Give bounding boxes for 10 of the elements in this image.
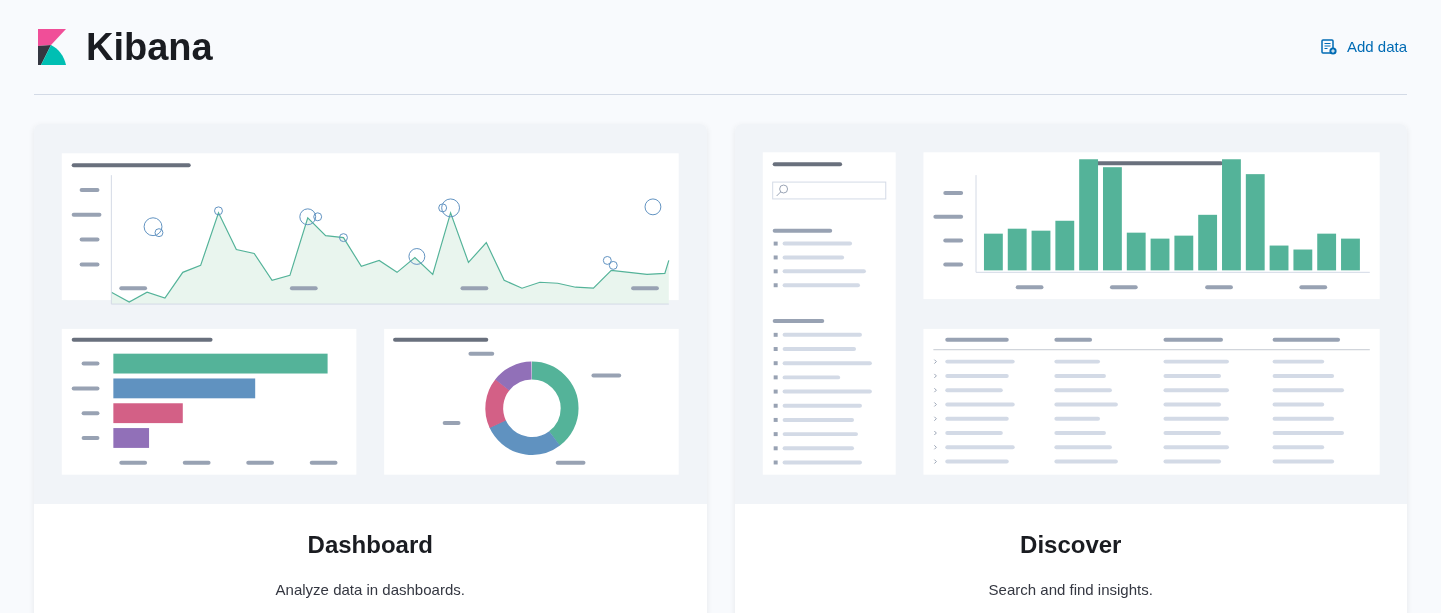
add-document-icon — [1320, 39, 1337, 55]
card-description: Analyze data in dashboards. — [275, 580, 465, 600]
app-title: Kibana — [86, 28, 213, 66]
card-description: Search and find insights. — [988, 580, 1153, 600]
card-title: Dashboard — [307, 530, 433, 560]
add-data-link[interactable]: Add data — [1320, 35, 1407, 59]
card-title: Discover — [1020, 530, 1122, 560]
app-card[interactable]: Discover Search and find insights. — [734, 124, 1407, 613]
logo-icon — [38, 29, 66, 65]
app-card[interactable]: Dashboard Analyze data in dashboards. — [34, 124, 707, 613]
